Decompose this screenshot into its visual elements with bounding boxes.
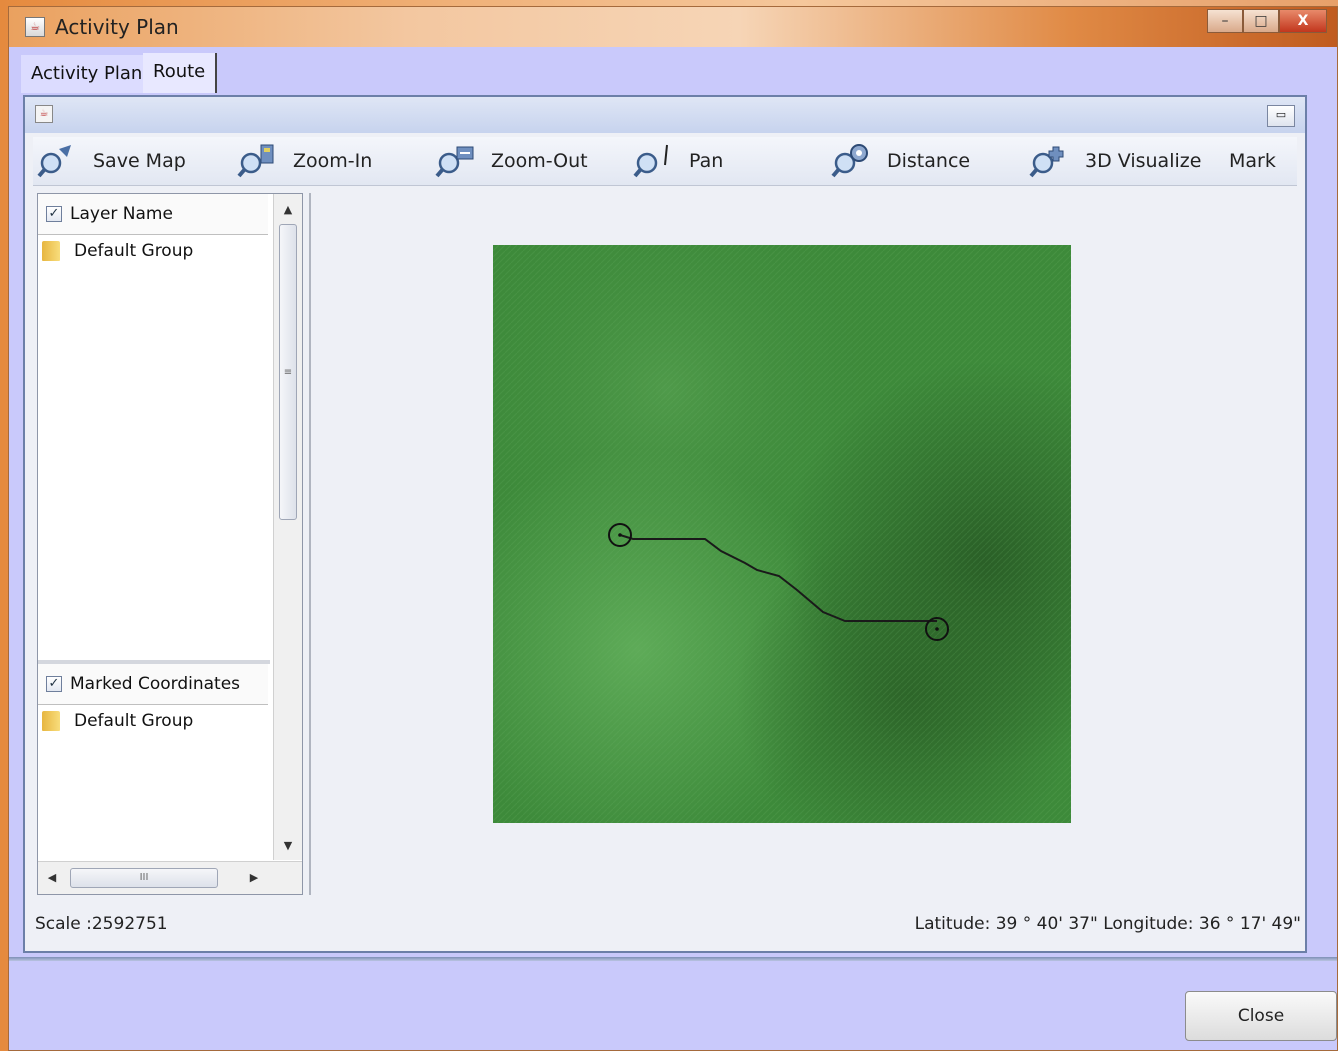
horizontal-scrollbar[interactable]: ◀ III ▶ [38, 861, 302, 894]
folder-icon [42, 241, 60, 261]
save-map-icon [37, 143, 77, 179]
marked-coordinates-checkbox[interactable]: ✓ [46, 676, 62, 692]
distance-button[interactable]: Distance [831, 141, 970, 181]
layer-default-group-label: Default Group [74, 241, 194, 261]
distance-icon [831, 143, 871, 179]
layer-default-group[interactable]: Default Group [38, 236, 268, 266]
terrain-map[interactable] [493, 245, 1071, 823]
3d-visualize-button[interactable]: 3D Visualize [1029, 141, 1201, 181]
zoom-out-label: Zoom-Out [491, 150, 588, 172]
3d-visualize-icon [1029, 143, 1069, 179]
route-panel: ☕ ▭ Save Map Zoom-In Zoom-Out Pan Distan… [23, 95, 1307, 953]
close-button[interactable]: Close [1185, 991, 1337, 1041]
horizontal-scroll-thumb[interactable]: III [70, 868, 218, 888]
layer-name-header[interactable]: ✓ Layer Name [38, 194, 268, 235]
pan-button[interactable]: Pan [633, 141, 723, 181]
vertical-scroll-thumb[interactable]: ≡ [279, 224, 297, 520]
inner-frame-bar: ☕ ▭ [25, 97, 1305, 133]
zoom-in-icon [237, 143, 277, 179]
3d-visualize-label: 3D Visualize [1085, 150, 1202, 172]
folder-icon [42, 711, 60, 731]
coordinates-readout: Latitude: 39 ° 40' 37" Longitude: 36 ° 1… [914, 914, 1301, 934]
java-app-icon: ☕ [25, 17, 45, 37]
maximize-button[interactable]: □ [1243, 9, 1279, 33]
distance-label: Distance [887, 150, 971, 172]
marked-coordinates-header[interactable]: ✓ Marked Coordinates [38, 664, 268, 705]
terrain-texture [493, 245, 1071, 823]
scroll-up-arrow-icon[interactable]: ▲ [274, 196, 302, 224]
scroll-down-arrow-icon[interactable]: ▼ [274, 832, 302, 860]
zoom-out-button[interactable]: Zoom-Out [435, 141, 588, 181]
zoom-in-label: Zoom-In [293, 150, 373, 172]
mark-button[interactable]: Mark [1229, 141, 1276, 181]
zoom-in-button[interactable]: Zoom-In [237, 141, 372, 181]
minimize-button[interactable]: – [1207, 9, 1243, 33]
layer-panel: ✓ Layer Name Default Group ✓ Marked Coor… [37, 193, 303, 895]
scroll-right-arrow-icon[interactable]: ▶ [242, 862, 266, 894]
layer-name-label: Layer Name [70, 204, 173, 224]
pan-label: Pan [689, 150, 724, 172]
save-map-button[interactable]: Save Map [37, 141, 186, 181]
tab-activity-plan[interactable]: Activity Plan [21, 55, 153, 93]
window-controls: – □ X [1207, 9, 1327, 33]
marked-default-group[interactable]: Default Group [38, 706, 268, 736]
bottom-separator [9, 957, 1337, 961]
zoom-out-icon [435, 143, 475, 179]
save-map-label: Save Map [93, 150, 186, 172]
window-title: Activity Plan [55, 15, 179, 39]
marked-coordinates-label: Marked Coordinates [70, 674, 241, 694]
title-bar[interactable]: ☕ Activity Plan – □ X [9, 7, 1337, 47]
marked-default-group-label: Default Group [74, 711, 194, 731]
scroll-left-arrow-icon[interactable]: ◀ [40, 862, 64, 894]
mark-label: Mark [1229, 150, 1276, 172]
map-toolbar: Save Map Zoom-In Zoom-Out Pan Distance 3… [33, 137, 1297, 186]
tab-route[interactable]: Route [143, 53, 218, 93]
activity-plan-window: ☕ Activity Plan – □ X Activity Plan Rout… [8, 6, 1338, 1051]
tab-strip: Activity Plan Route [19, 49, 1329, 95]
scale-readout: Scale :2592751 [35, 914, 168, 934]
close-window-button[interactable]: X [1279, 9, 1327, 33]
pan-icon [633, 143, 673, 179]
restore-button[interactable]: ▭ [1267, 105, 1295, 127]
vertical-scrollbar[interactable]: ▲ ≡ ▼ [273, 194, 302, 860]
terrain-map-svg[interactable] [493, 245, 1071, 823]
java-icon: ☕ [35, 105, 53, 123]
layer-name-checkbox[interactable]: ✓ [46, 206, 62, 222]
map-divider [309, 193, 311, 895]
